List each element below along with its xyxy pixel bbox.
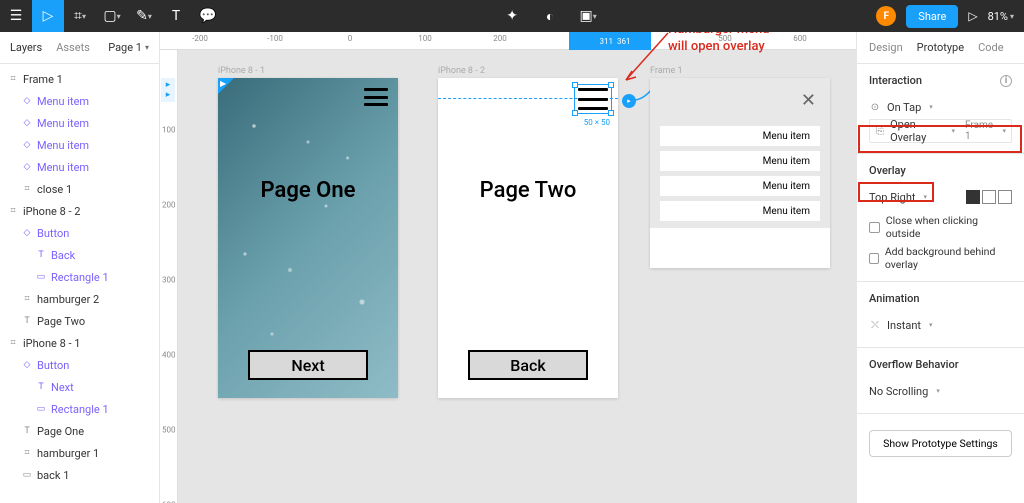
trigger-row[interactable]: ⊙On Tap▾ (869, 95, 1012, 119)
tab-layers[interactable]: Layers (10, 41, 42, 54)
layer-iphone2[interactable]: ⌗iPhone 8 - 2 (0, 200, 159, 222)
artboard-frame1[interactable]: ✕ Menu item Menu item Menu item Menu ite… (650, 78, 830, 268)
layer-back1[interactable]: ▭back 1 (0, 464, 159, 486)
checkbox-close-outside[interactable]: Close when clicking outside (869, 214, 1012, 240)
selection-dimensions: 50 × 50 (584, 118, 610, 127)
tab-assets[interactable]: Assets (56, 41, 90, 54)
artboard-iphone2[interactable]: 50 × 50 Page Two Back (438, 78, 618, 398)
comment-tool[interactable]: 💬 (192, 0, 224, 32)
ruler-vertical: 100 200 300 400 500 600 (160, 50, 178, 503)
component-tool[interactable]: ✦ (496, 0, 528, 32)
checkbox-bg-overlay[interactable]: Add background behind overlay (869, 245, 1012, 271)
pen-tool[interactable]: ✎▾ (128, 0, 160, 32)
layer-frame1[interactable]: ⌗Frame 1 (0, 68, 159, 90)
top-toolbar: ☰ ▷ ⌗▾ ▢▾ ✎▾ T 💬 ✦ ◐ ▣▾ F Share ▷ 81%▾ (0, 0, 1024, 32)
avatar[interactable]: F (876, 6, 896, 26)
close-icon[interactable]: ✕ (801, 90, 816, 111)
tab-prototype[interactable]: Prototype (917, 41, 964, 54)
tab-code[interactable]: Code (978, 41, 1003, 54)
canvas-area[interactable]: -200 -100 0 100 200 311 361 500 600 100 … (160, 32, 856, 503)
left-panel: Layers Assets Page 1▾ ⌗Frame 1 ◇Menu ite… (0, 32, 160, 503)
layer-menu-item[interactable]: ◇Menu item (0, 156, 159, 178)
section-overflow: Overflow Behavior (869, 358, 959, 371)
flow-start-marker[interactable]: ▸ (161, 88, 175, 102)
layers-tree: ⌗Frame 1 ◇Menu item ◇Menu item ◇Menu ite… (0, 64, 159, 503)
layer-iphone1[interactable]: ⌗iPhone 8 - 1 (0, 332, 159, 354)
frame-label[interactable]: iPhone 8 - 2 (438, 66, 485, 76)
layer-pageone-text[interactable]: TPage One (0, 420, 159, 442)
menu-item[interactable]: Menu item (660, 176, 820, 196)
show-prototype-settings-button[interactable]: Show Prototype Settings (869, 430, 1012, 457)
shape-tool[interactable]: ▢▾ (96, 0, 128, 32)
layer-pagetwo-text[interactable]: TPage Two (0, 310, 159, 332)
present-button[interactable]: ▷ (968, 9, 977, 23)
layer-rect1[interactable]: ▭Rectangle 1 (0, 398, 159, 420)
zoom-control[interactable]: 81%▾ (988, 10, 1014, 23)
move-tool[interactable]: ▷ (32, 0, 64, 32)
hamburger-icon[interactable] (578, 88, 608, 110)
tab-design[interactable]: Design (869, 41, 903, 54)
page-selector[interactable]: Page 1▾ (108, 41, 149, 54)
next-button[interactable]: Next (248, 350, 368, 380)
section-animation: Animation (869, 292, 919, 305)
layer-menu-item[interactable]: ◇Menu item (0, 90, 159, 112)
prototype-connector-node[interactable] (622, 94, 636, 108)
frame-label[interactable]: iPhone 8 - 1 (218, 66, 265, 76)
menu-item[interactable]: Menu item (660, 151, 820, 171)
overlay-position[interactable]: Top Right▾ (869, 185, 1012, 209)
layer-button[interactable]: ◇Button (0, 354, 159, 376)
layer-next-text[interactable]: TNext (0, 376, 159, 398)
action-row[interactable]: ⎘Open Overlay▾ Frame 1▾ (869, 119, 1012, 143)
right-panel: Design Prototype Code Interaction i ⊙On … (856, 32, 1024, 503)
main-menu-button[interactable]: ☰ (0, 0, 32, 32)
artboard-iphone1[interactable]: ▶ Page One Next (218, 78, 398, 398)
menu-list: Menu item Menu item Menu item Menu item (660, 126, 820, 226)
boolean-tool[interactable]: ▣▾ (572, 0, 604, 32)
menu-item[interactable]: Menu item (660, 126, 820, 146)
section-interaction: Interaction (869, 74, 922, 87)
layer-back-text[interactable]: TBack (0, 244, 159, 266)
layer-button[interactable]: ◇Button (0, 222, 159, 244)
animation-value[interactable]: ⤬Instant▾ (869, 313, 1012, 337)
annotation-text: Hamburger menu will open overlay (668, 32, 769, 56)
layer-menu-item[interactable]: ◇Menu item (0, 134, 159, 156)
overlay-align-icons[interactable] (966, 190, 1012, 204)
layer-hamburger2[interactable]: ⌗hamburger 2 (0, 288, 159, 310)
menu-item[interactable]: Menu item (660, 201, 820, 221)
text-tool[interactable]: T (160, 0, 192, 32)
mask-tool[interactable]: ◐ (534, 0, 566, 32)
info-icon[interactable]: i (1000, 75, 1012, 87)
overflow-value[interactable]: No Scrolling▾ (869, 379, 1012, 403)
layer-hamburger1[interactable]: ⌗hamburger 1 (0, 442, 159, 464)
ruler-selection-start: 311 (569, 32, 615, 50)
back-button[interactable]: Back (468, 350, 588, 380)
layer-rect1[interactable]: ▭Rectangle 1 (0, 266, 159, 288)
page-title: Page One (218, 178, 398, 203)
layer-close1[interactable]: ⌗close 1 (0, 178, 159, 200)
share-button[interactable]: Share (906, 5, 958, 28)
hamburger-icon[interactable] (364, 88, 388, 106)
section-overlay: Overlay (869, 164, 906, 177)
layer-menu-item[interactable]: ◇Menu item (0, 112, 159, 134)
page-title: Page Two (438, 178, 618, 203)
frame-tool[interactable]: ⌗▾ (64, 0, 96, 32)
